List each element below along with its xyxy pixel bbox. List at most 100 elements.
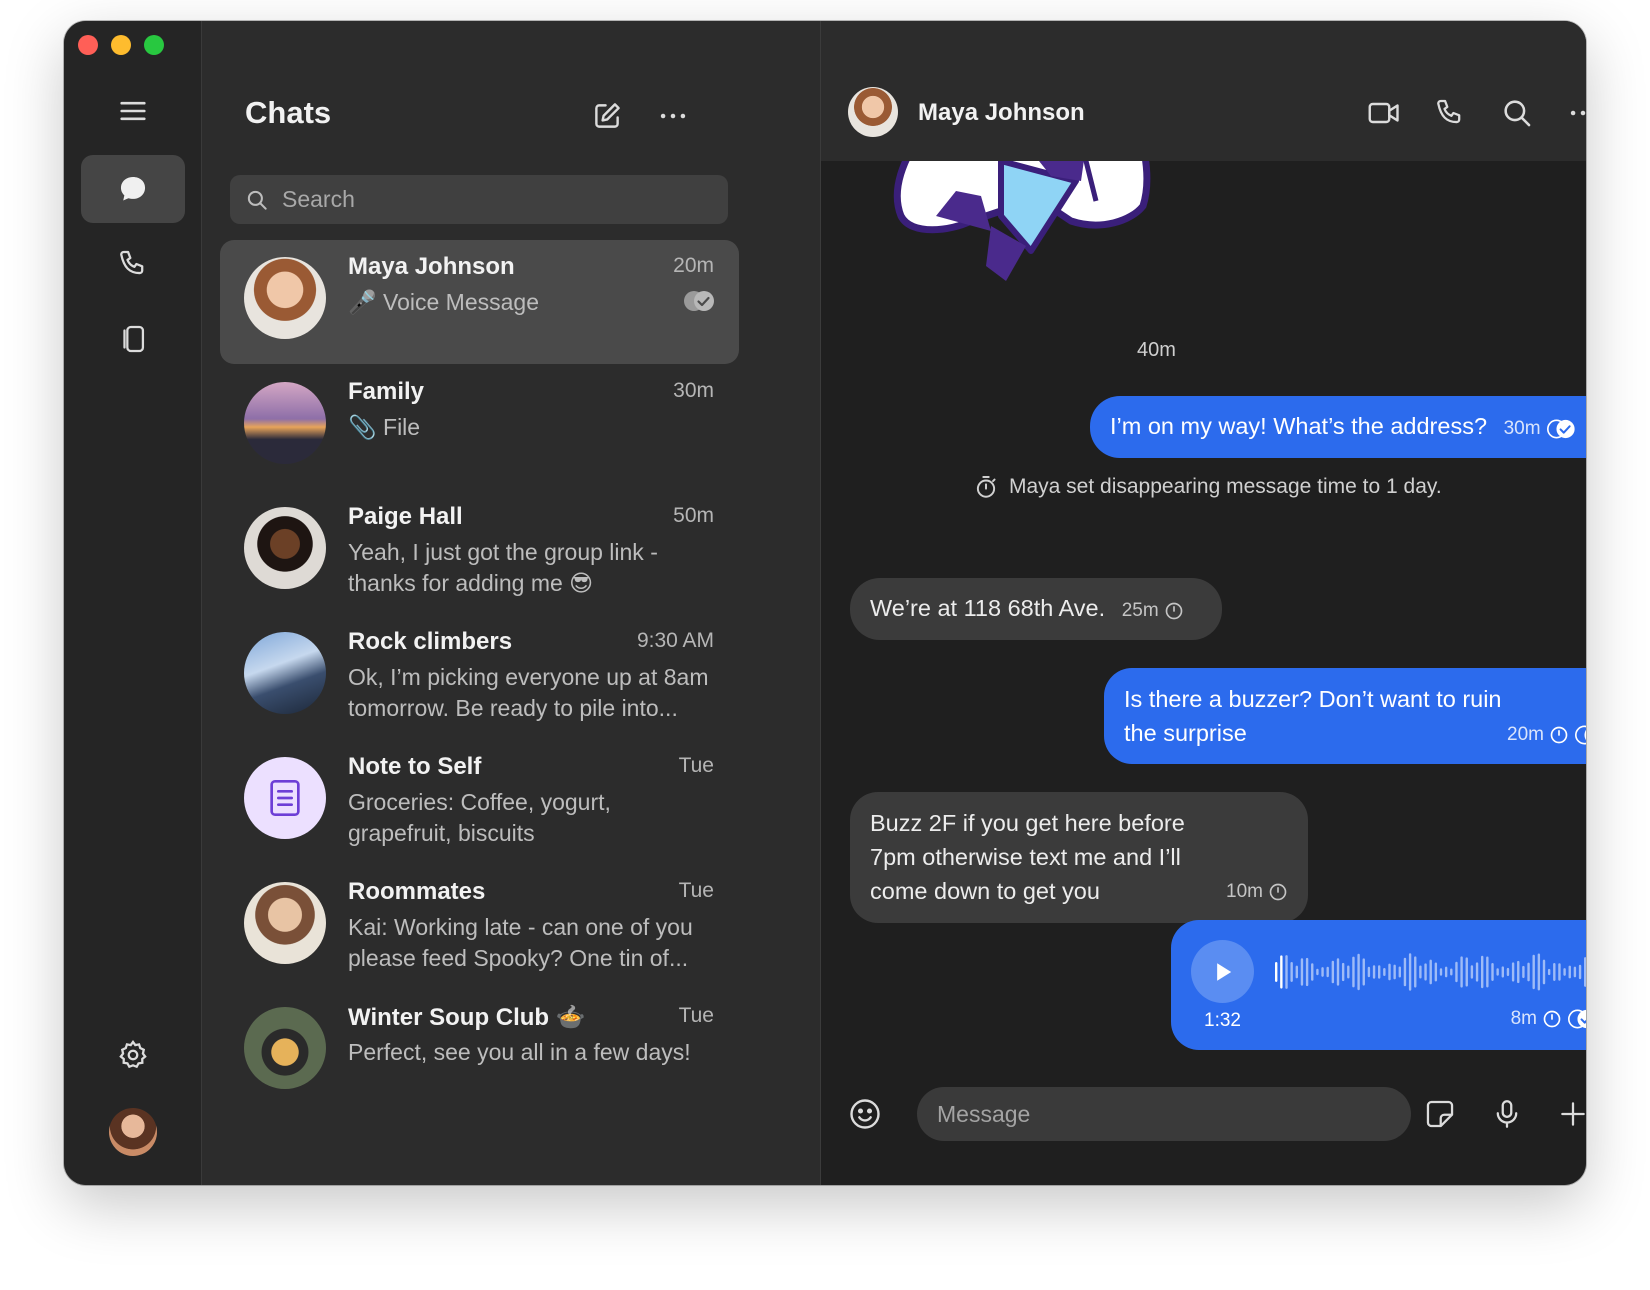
waveform-bar: [1501, 966, 1504, 978]
message-incoming[interactable]: We’re at 118 68th Ave. 25m: [850, 578, 1222, 640]
profile-avatar[interactable]: [109, 1108, 157, 1156]
nav-stories[interactable]: [81, 305, 185, 373]
sticker-timestamp: 40m: [1137, 339, 1176, 361]
chat-time: 50m: [673, 504, 714, 527]
chat-preview: Kai: Working late - can one of you pleas…: [348, 914, 693, 971]
waveform-bar: [1434, 962, 1438, 982]
message-meta: 30m: [1504, 412, 1576, 446]
waveform-bar: [1331, 960, 1335, 984]
waveform-bar: [1553, 963, 1556, 981]
zoom-window-button[interactable]: [144, 35, 164, 55]
chat-preview: Perfect, see you all in a few days!: [348, 1039, 691, 1065]
system-notice-text: Maya set disappearing message time to 1 …: [1009, 475, 1442, 498]
message-incoming[interactable]: Buzz 2F if you get here before 7pm other…: [850, 792, 1308, 923]
chat-time: 20m: [673, 254, 714, 277]
chat-time: 30m: [673, 379, 714, 402]
message-outgoing[interactable]: I’m on my way! What’s the address? 30m: [1090, 396, 1586, 458]
avatar: [244, 632, 326, 714]
message-text: I’m on my way! What’s the address?: [1110, 413, 1488, 439]
emoji-button[interactable]: [843, 1092, 887, 1136]
waveform-bar: [1537, 953, 1541, 991]
conversation-menu-button[interactable]: [1563, 93, 1586, 133]
compose-button[interactable]: [587, 96, 627, 136]
chat-item-paige-hall[interactable]: Paige Hall 50m Yeah, I just got the grou…: [220, 490, 739, 614]
chat-item-roommates[interactable]: Roommates Tue Kai: Working late - can on…: [220, 865, 739, 989]
waveform-bar: [1280, 955, 1283, 989]
waveform-bar: [1506, 967, 1510, 977]
search-input[interactable]: [282, 186, 702, 213]
waveform-bar: [1486, 956, 1489, 988]
contact-avatar[interactable]: [848, 87, 898, 137]
nav-chats[interactable]: [81, 155, 185, 223]
waveform-bar: [1336, 958, 1340, 986]
waveform-bar: [1424, 963, 1427, 981]
timer-icon: [1550, 726, 1568, 744]
avatar: [244, 882, 326, 964]
phone-icon: [1437, 99, 1461, 124]
compose-icon: [595, 103, 620, 128]
search-conversation-button[interactable]: [1497, 93, 1537, 133]
message-input[interactable]: [917, 1087, 1411, 1141]
waveform-bar: [1481, 955, 1484, 989]
avatar: [244, 757, 326, 839]
waveform-bar: [1419, 965, 1422, 979]
nav-calls[interactable]: [81, 230, 185, 298]
waveform-bar: [1372, 965, 1376, 979]
waveform-bar: [1496, 968, 1499, 976]
timer-icon: [1543, 1010, 1561, 1028]
waveform-bar: [1378, 965, 1381, 979]
microphone-button[interactable]: [1485, 1092, 1529, 1136]
waveform-bar: [1568, 965, 1571, 979]
timer-icon: [1269, 883, 1287, 901]
smiley-icon: [850, 1099, 880, 1129]
voice-message: 1:32 8m: [1171, 920, 1586, 1050]
more-options-button[interactable]: [653, 96, 693, 136]
minimize-window-button[interactable]: [111, 35, 131, 55]
waveform-bar: [1347, 965, 1350, 979]
waveform-bar: [1444, 966, 1448, 978]
message-time: 30m: [1503, 418, 1541, 439]
waveform-bar: [1367, 966, 1371, 978]
message-meta: 25m: [1122, 594, 1184, 628]
chat-item-winter-soup-club[interactable]: Winter Soup Club 🍲 Tue Perfect, see you …: [220, 990, 739, 1114]
message-text: We’re at 118 68th Ave.: [870, 595, 1106, 621]
waveform-bar: [1465, 957, 1468, 987]
waveform-bar: [1305, 957, 1309, 987]
chat-item-note-to-self[interactable]: Note to Self Tue Groceries: Coffee, yogu…: [220, 740, 739, 864]
waveform-bar: [1388, 963, 1391, 981]
close-window-button[interactable]: [78, 35, 98, 55]
chat-item-rock-climbers[interactable]: Rock climbers 9:30 AM Ok, I’m picking ev…: [220, 615, 739, 739]
waveform-bar: [1341, 962, 1345, 982]
chat-list-pane: Chats Maya Johnson 20m 🎤 Voice Message F…: [202, 21, 821, 1185]
waveform-bar: [1393, 964, 1396, 980]
attach-button[interactable]: [1551, 1092, 1586, 1136]
play-button[interactable]: [1191, 940, 1254, 1003]
menu-button[interactable]: [81, 77, 185, 145]
waveform-scrubber[interactable]: [1275, 949, 1586, 995]
settings-button[interactable]: [81, 1021, 185, 1089]
chat-name: Maya Johnson: [348, 253, 515, 280]
read-receipt-icon: [1546, 419, 1575, 439]
ellipsis-icon: [660, 113, 686, 119]
message-outgoing[interactable]: Is there a buzzer? Don’t want to ruin th…: [1104, 668, 1586, 764]
waveform-bar: [1532, 954, 1535, 990]
conversation-header: Maya Johnson: [821, 21, 1586, 161]
voice-call-button[interactable]: [1430, 93, 1470, 133]
sticker-button[interactable]: [1418, 1092, 1462, 1136]
app-window: Chats Maya Johnson 20m 🎤 Voice Message F…: [64, 21, 1586, 1185]
waveform-bar: [1542, 959, 1546, 985]
waveform-bar: [1275, 962, 1278, 982]
waveform-bar: [1547, 968, 1551, 976]
nav-rail: [64, 21, 202, 1185]
chat-item-maya-johnson[interactable]: Maya Johnson 20m 🎤 Voice Message: [220, 240, 739, 364]
chat-time: Tue: [678, 1004, 714, 1027]
waveform-bar: [1522, 965, 1525, 979]
chat-item-family[interactable]: Family 30m 📎 File: [220, 365, 739, 489]
message-time: 8m: [1510, 1008, 1537, 1029]
video-call-button[interactable]: [1364, 93, 1404, 133]
message-composer: [821, 1077, 1586, 1185]
page-title: Chats: [245, 95, 332, 130]
contact-name[interactable]: Maya Johnson: [918, 99, 1085, 127]
system-notice: Maya set disappearing message time to 1 …: [973, 474, 1442, 500]
chat-preview: 🎤 Voice Message: [348, 289, 540, 315]
